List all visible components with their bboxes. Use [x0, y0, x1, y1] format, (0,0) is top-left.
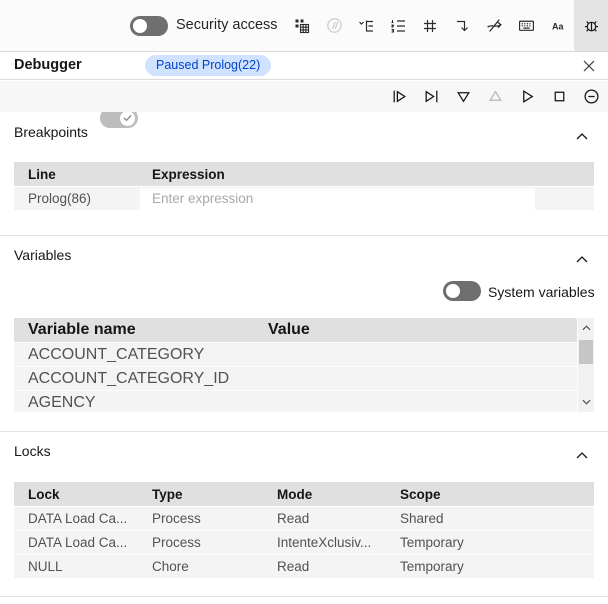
skip-arrow-icon[interactable]	[478, 0, 510, 51]
breakpoints-section-title: Breakpoints	[14, 124, 88, 140]
mode-cell: IntenteXclusiv...	[277, 535, 372, 550]
resume-button[interactable]	[511, 81, 543, 112]
system-variables-label: System variables	[488, 284, 595, 300]
variable-name-cell: ACCOUNT_CATEGORY	[28, 345, 205, 363]
type-cell: Chore	[152, 559, 189, 574]
lock-cell: DATA Load Ca...	[28, 535, 128, 550]
text-style-icon[interactable]: Aa	[542, 0, 574, 51]
variable-name-cell: AGENCY	[28, 393, 96, 411]
locks-table: Lock Type Mode Scope DATA Load Ca... Pro…	[14, 482, 594, 578]
play-from-start-button[interactable]	[383, 81, 415, 112]
bottom-divider	[0, 596, 608, 597]
lock-row[interactable]: NULL Chore Read Temporary	[14, 554, 594, 578]
mode-cell: Read	[277, 511, 310, 526]
suspend-button[interactable]	[575, 81, 607, 112]
tree-view-icon[interactable]	[350, 0, 382, 51]
expression-input[interactable]	[140, 187, 535, 210]
variable-row[interactable]: AGENCY	[14, 390, 577, 412]
locks-collapse-icon[interactable]	[576, 446, 588, 464]
breakpoints-table-header: Line Expression	[14, 162, 594, 186]
column-header-mode: Mode	[277, 486, 313, 502]
list-numbered-icon[interactable]	[382, 0, 414, 51]
column-header-line: Line	[28, 166, 56, 182]
data-grid-icon[interactable]	[286, 0, 318, 51]
move-down-icon[interactable]	[446, 0, 478, 51]
step-out-button[interactable]	[479, 81, 511, 112]
column-header-variable-name: Variable name	[28, 321, 136, 338]
step-into-button[interactable]	[447, 81, 479, 112]
column-header-expression: Expression	[152, 166, 225, 182]
debug-icon[interactable]	[574, 0, 608, 51]
variable-row[interactable]: ACCOUNT_CATEGORY_ID	[14, 366, 577, 390]
lock-row[interactable]: DATA Load Ca... Process IntenteXclusiv..…	[14, 530, 594, 554]
variables-table: Variable name Value ACCOUNT_CATEGORY ACC…	[14, 318, 594, 412]
breakpoints-table: Line Expression Prolog(86)	[14, 162, 594, 210]
column-header-scope: Scope	[400, 486, 441, 502]
security-access-label: Security access	[176, 17, 278, 33]
scope-cell: Temporary	[400, 535, 464, 550]
scope-cell: Shared	[400, 511, 444, 526]
variable-row[interactable]: ACCOUNT_CATEGORY	[14, 342, 577, 366]
variables-section-title: Variables	[14, 247, 72, 263]
variables-scrollbar[interactable]	[578, 318, 594, 412]
column-header-value: Value	[268, 321, 310, 338]
toggle-knob	[446, 284, 460, 298]
toolbar-icon-strip: Aa	[286, 0, 608, 51]
play-to-end-button[interactable]	[415, 81, 447, 112]
locks-section-title: Locks	[14, 443, 51, 459]
debugger-panel: Security access Aa Debugger Paused Prolo…	[0, 0, 608, 604]
variable-name-cell: ACCOUNT_CATEGORY_ID	[28, 369, 230, 387]
panel-title: Debugger	[14, 57, 82, 73]
toggle-knob-check	[120, 110, 135, 126]
top-toolbar: Security access Aa	[0, 0, 608, 52]
close-icon[interactable]	[580, 57, 598, 75]
svg-text:Aa: Aa	[552, 21, 564, 31]
column-header-type: Type	[152, 486, 183, 502]
scroll-up-icon[interactable]	[578, 321, 594, 335]
column-header-lock: Lock	[28, 486, 60, 502]
status-badge: Paused Prolog(22)	[145, 55, 272, 76]
variables-table-header: Variable name Value	[14, 318, 577, 342]
breakpoints-collapse-icon[interactable]	[576, 127, 588, 145]
system-variables-toggle[interactable]	[443, 281, 481, 301]
lock-cell: DATA Load Ca...	[28, 511, 128, 526]
breakpoint-line-cell: Prolog(86)	[28, 191, 92, 206]
keyboard-icon[interactable]	[510, 0, 542, 51]
section-divider	[0, 235, 608, 236]
function-icon[interactable]	[318, 0, 350, 51]
type-cell: Process	[152, 511, 201, 526]
lock-row[interactable]: DATA Load Ca... Process Read Shared	[14, 506, 594, 530]
debugger-header: Debugger Paused Prolog(22)	[0, 52, 608, 128]
breakpoint-row: Prolog(86)	[14, 186, 594, 210]
toggle-knob	[133, 19, 147, 33]
scrollbar-thumb[interactable]	[579, 340, 593, 364]
variables-collapse-icon[interactable]	[576, 250, 588, 268]
mode-cell: Read	[277, 559, 310, 574]
playback-controls	[0, 81, 608, 112]
stop-button[interactable]	[543, 81, 575, 112]
scroll-down-icon[interactable]	[578, 395, 594, 409]
section-divider	[0, 431, 608, 432]
hash-icon[interactable]	[414, 0, 446, 51]
security-access-toggle[interactable]	[130, 16, 168, 36]
type-cell: Process	[152, 535, 201, 550]
locks-table-header: Lock Type Mode Scope	[14, 482, 594, 506]
lock-cell: NULL	[28, 559, 63, 574]
scope-cell: Temporary	[400, 559, 464, 574]
